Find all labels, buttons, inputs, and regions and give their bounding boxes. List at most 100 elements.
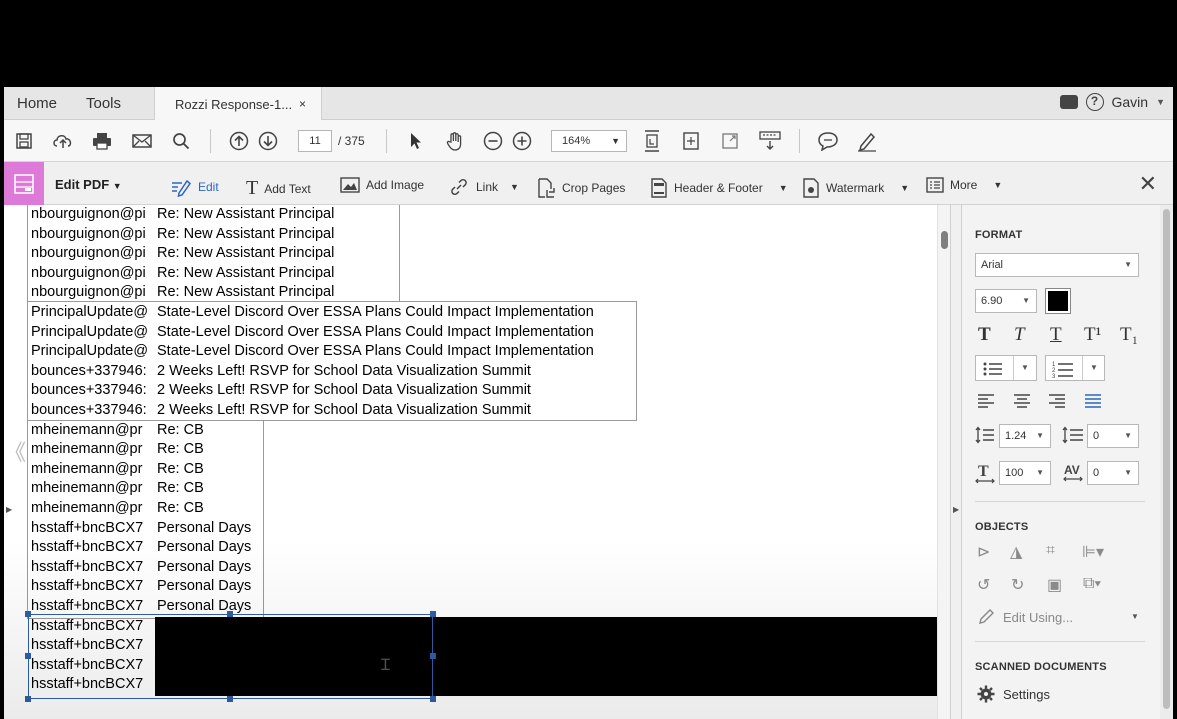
list-item[interactable]: PrincipalUpdate@ State-Level Discord Over… [31,342,594,362]
list-item[interactable]: mheinemann@pr Re: CB [31,440,204,460]
crop-image-icon[interactable]: ⌗ [1046,542,1055,560]
rotate-right-icon[interactable]: ↻ [1011,575,1024,595]
comment-icon[interactable] [1059,95,1078,109]
list-item[interactable]: nbourguignon@pi Re: New Assistant Princip… [31,264,334,284]
list-item[interactable]: nbourguignon@pi Re: New Assistant Princip… [31,244,334,264]
list-item[interactable]: mheinemann@pr Re: CB [31,479,204,499]
settings-button[interactable]: Settings [975,683,1095,705]
italic-icon[interactable]: T [1014,324,1025,346]
close-tool-icon[interactable]: ✕ [1139,171,1157,197]
chevron-down-icon[interactable]: ▼ [1156,97,1165,107]
rotate-left-icon[interactable]: ↺ [977,575,990,595]
align-right-icon[interactable] [1048,394,1066,408]
save-icon[interactable] [13,130,35,152]
flip-horizontal-icon[interactable]: ⊳ [977,542,990,562]
list-item[interactable]: bounces+337946: 2 Weeks Left! RSVP for Sc… [31,381,531,401]
list-item[interactable]: hsstaff+bncBCX7 Personal Days [31,577,251,597]
line-spacing-select[interactable]: 1.24 ▼ [999,424,1051,448]
bold-icon[interactable]: T [978,324,991,346]
add-image-button[interactable]: Add Image [340,177,424,193]
previous-page-icon[interactable] [228,130,250,152]
select-arrow-icon[interactable] [405,130,427,152]
tab-tools[interactable]: Tools [86,95,121,112]
watermark-button[interactable]: Watermark ▼ [802,177,909,199]
help-icon[interactable]: ? [1085,93,1104,111]
fit-page-icon[interactable] [641,130,663,152]
subscript-icon[interactable]: T₁ [1120,324,1138,346]
email-icon[interactable] [131,130,153,152]
justify-icon[interactable] [1084,394,1102,408]
panel-scrollbar-thumb[interactable] [1163,209,1170,709]
sign-pen-icon[interactable] [856,130,878,152]
horizontal-scale-select[interactable]: 100 ▼ [999,461,1051,485]
header-footer-button[interactable]: Header & Footer ▼ [650,177,788,199]
list-item[interactable]: nbourguignon@pi Re: New Assistant Princip… [31,283,334,303]
resize-handle[interactable] [227,611,233,617]
edit-button[interactable]: Edit [170,177,219,197]
char-spacing-select[interactable]: 0 ▼ [1087,461,1139,485]
chevron-left-icon[interactable]: 《 [4,435,26,467]
list-item[interactable]: nbourguignon@pi Re: New Assistant Princip… [31,225,334,245]
resize-handle[interactable] [25,611,31,617]
scrollbar-thumb[interactable] [941,231,948,249]
resize-handle[interactable] [227,696,233,702]
link-button[interactable]: Link ▼ [448,177,519,197]
edit-pdf-tool-icon[interactable] [4,162,44,205]
list-item[interactable]: nbourguignon@pi Re: New Assistant Princip… [31,205,334,225]
keyboard-scroll-icon[interactable] [759,130,781,152]
tab-document[interactable]: Rozzi Response-1... × [154,87,322,121]
close-icon[interactable]: × [299,97,306,111]
font-size-select[interactable]: 6.90 ▼ [975,289,1037,313]
search-icon[interactable] [170,130,192,152]
resize-handle[interactable] [430,653,436,659]
replace-image-icon[interactable]: ▣ [1047,575,1062,595]
arrange-icon[interactable]: ⧉▾ [1083,575,1101,593]
document-scrollbar[interactable] [937,205,950,719]
next-page-icon[interactable] [257,130,279,152]
list-item[interactable]: mheinemann@pr Re: CB [31,460,204,480]
cloud-upload-icon[interactable] [52,130,74,152]
align-center-icon[interactable] [1013,394,1031,408]
edit-pdf-menu[interactable]: Edit PDF ▼ [55,177,122,192]
list-item[interactable]: hsstaff+bncBCX7 Personal Days [31,538,251,558]
bullet-list-control[interactable]: ▼ [975,355,1037,381]
panel-splitter[interactable]: ▶ [950,205,962,719]
add-text-button[interactable]: T Add Text [246,177,311,200]
resize-handle[interactable] [25,653,31,659]
list-item[interactable]: PrincipalUpdate@ State-Level Discord Over… [31,303,594,323]
expand-left-panel-icon[interactable]: ▶ [6,505,12,514]
flip-vertical-icon[interactable]: ◮ [1010,542,1022,562]
list-item[interactable]: PrincipalUpdate@ State-Level Discord Over… [31,323,594,343]
resize-handle[interactable] [430,696,436,702]
text-color-swatch[interactable] [1045,288,1071,314]
zoom-in-icon[interactable] [511,130,533,152]
user-name[interactable]: Gavin [1112,94,1149,110]
document-viewer[interactable]: nbourguignon@pi Re: New Assistant Princip… [4,205,950,719]
list-item[interactable]: bounces+337946: 2 Weeks Left! RSVP for Sc… [31,362,531,382]
underline-icon[interactable]: T [1050,324,1062,346]
hand-tool-icon[interactable] [444,130,466,152]
resize-handle[interactable] [430,611,436,617]
panel-scrollbar[interactable] [1160,205,1173,719]
full-screen-icon[interactable] [719,130,741,152]
comment-icon[interactable] [817,130,839,152]
zoom-select[interactable]: 164% ▼ [551,130,627,152]
print-icon[interactable] [91,130,113,152]
list-item[interactable]: hsstaff+bncBCX7 Personal Days [31,558,251,578]
selected-text-box[interactable] [28,614,433,699]
list-item[interactable]: hsstaff+bncBCX7 Personal Days [31,519,251,539]
zoom-out-icon[interactable] [482,130,504,152]
font-select[interactable]: Arial ▼ [975,253,1139,277]
tab-home[interactable]: Home [17,95,57,112]
rotate-view-icon[interactable] [680,130,702,152]
more-button[interactable]: More ▼ [926,177,1002,193]
edit-using-menu[interactable]: Edit Using... ▼ [975,607,1145,627]
page-number-input[interactable]: 11 [298,130,332,152]
list-item[interactable]: bounces+337946: 2 Weeks Left! RSVP for Sc… [31,401,531,421]
list-item[interactable]: mheinemann@pr Re: CB [31,421,204,441]
list-item[interactable]: mheinemann@pr Re: CB [31,499,204,519]
collapse-panel-icon[interactable]: ▶ [953,505,959,514]
crop-pages-button[interactable]: Crop Pages [536,177,625,199]
resize-handle[interactable] [25,696,31,702]
paragraph-spacing-select[interactable]: 0 ▼ [1087,424,1139,448]
